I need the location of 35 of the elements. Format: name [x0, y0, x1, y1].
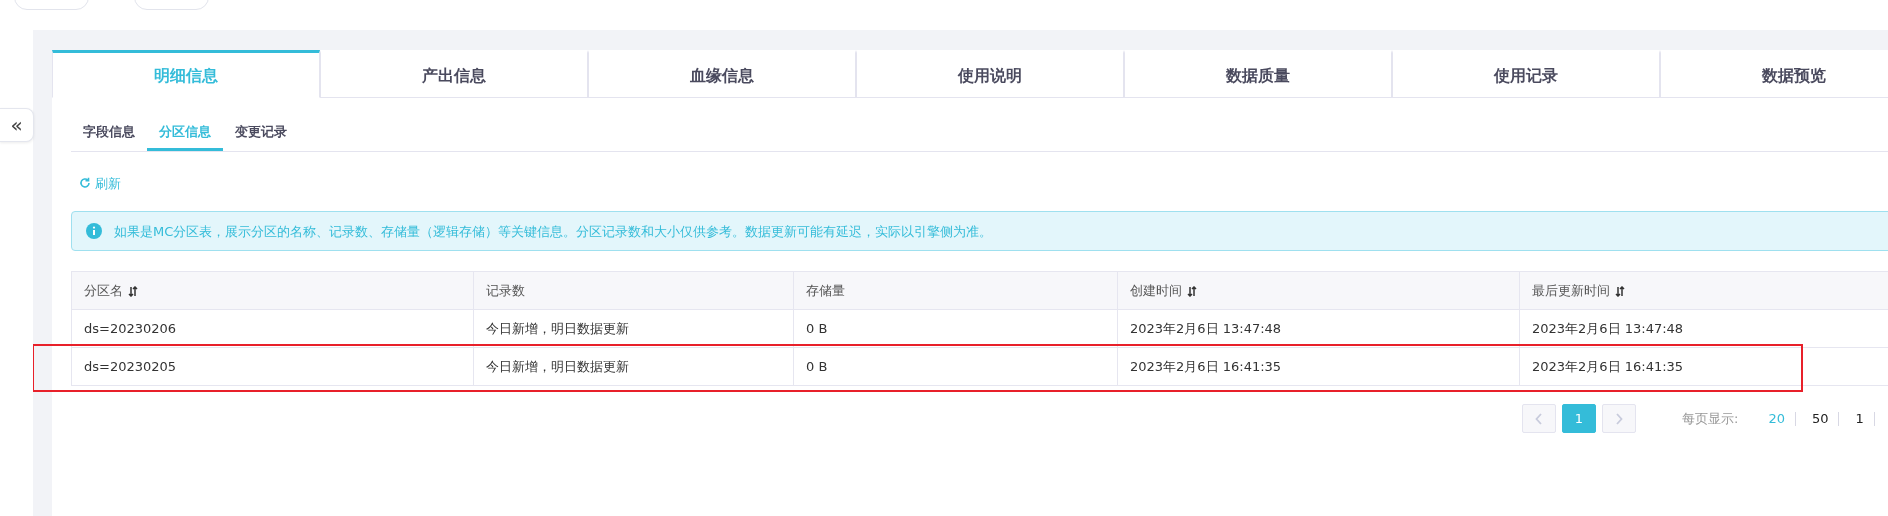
- column-header[interactable]: 分区名: [71, 271, 474, 310]
- column-header[interactable]: 创建时间: [1117, 271, 1520, 310]
- page-size-option[interactable]: 50: [1801, 411, 1840, 426]
- table-cell: 今日新增，明日数据更新: [473, 347, 794, 386]
- table-cell: 2023年2月6日 16:41:35: [1117, 347, 1520, 386]
- table-cell: ds=20230205: [71, 347, 474, 386]
- table-cell: 今日新增，明日数据更新: [473, 309, 794, 348]
- table-cell: 0 B: [793, 309, 1118, 348]
- info-icon: [86, 223, 102, 240]
- tab[interactable]: 使用说明: [856, 50, 1124, 98]
- table-cell: 2023年2月6日 13:47:48: [1117, 309, 1520, 348]
- tab[interactable]: 数据质量: [1124, 50, 1392, 98]
- refresh-icon: [79, 177, 91, 190]
- sort-icon[interactable]: [1187, 286, 1197, 297]
- subtab[interactable]: 变更记录: [223, 122, 299, 151]
- collapse-button[interactable]: «: [0, 108, 34, 142]
- page-size-option[interactable]: 1: [1845, 411, 1875, 426]
- page-size-label: 每页显示:: [1682, 410, 1739, 428]
- next-page-button[interactable]: [1602, 404, 1636, 434]
- sort-icon[interactable]: [1615, 286, 1625, 297]
- column-header: 记录数: [473, 271, 794, 310]
- table-cell: ds=20230206: [71, 309, 474, 348]
- chevron-right-icon: [1615, 412, 1623, 425]
- chevron-left-icon: [1535, 412, 1543, 425]
- tab[interactable]: 数据预览: [1660, 50, 1888, 98]
- tab[interactable]: 血缘信息: [588, 50, 856, 98]
- info-text: 如果是MC分区表，展示分区的名称、记录数、存储量（逻辑存储）等关键信息。分区记录数和大小仅供参考。数据更新可能有延迟，实际以引擎侧为准。: [114, 222, 993, 241]
- subtab[interactable]: 字段信息: [71, 122, 147, 151]
- column-header: 存储量: [793, 271, 1118, 310]
- table-cell: 0 B: [793, 347, 1118, 386]
- tab[interactable]: 产出信息: [320, 50, 588, 98]
- tab[interactable]: 使用记录: [1392, 50, 1660, 98]
- prev-page-button[interactable]: [1522, 404, 1556, 434]
- column-header[interactable]: 最后更新时间: [1519, 271, 1888, 310]
- sort-icon[interactable]: [128, 286, 138, 297]
